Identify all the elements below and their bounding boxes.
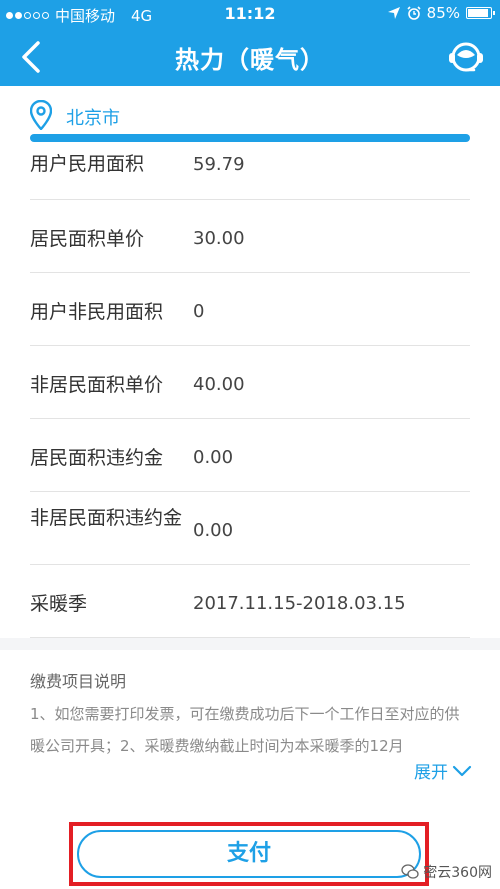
- info-row: 采暖季 2017.11.15-2018.03.15: [0, 565, 500, 638]
- pay-area: 支付 密云360网: [0, 782, 500, 889]
- row-value: 0: [193, 301, 205, 322]
- watermark: 密云360网: [401, 862, 492, 882]
- row-value: 0.00: [193, 447, 234, 468]
- customer-service-button[interactable]: [446, 37, 486, 77]
- row-value: 30.00: [193, 228, 245, 249]
- location-pin-icon: [30, 100, 52, 130]
- row-value: 0.00: [193, 520, 234, 541]
- row-label: 居民面积单价: [30, 228, 145, 250]
- row-value: 59.79: [193, 154, 245, 175]
- wechat-icon: [401, 864, 419, 879]
- expand-button[interactable]: 展开: [414, 758, 472, 783]
- nav-bar: 热力（暖气）: [0, 28, 500, 86]
- location-header: 北京市: [0, 86, 500, 146]
- notes-text: 1、如您需要打印发票，可在缴费成功后下一个工作日至对应的供暖公司开具；2、采暖费…: [30, 705, 460, 755]
- page-title: 热力（暖气）: [175, 46, 325, 74]
- notes-title: 缴费项目说明: [30, 672, 127, 691]
- info-row: 非居民面积单价 40.00: [0, 346, 500, 419]
- expand-label: 展开: [414, 763, 448, 783]
- battery-percent: 85%: [426, 4, 460, 22]
- payment-notes: 缴费项目说明 1、如您需要打印发票，可在缴费成功后下一个工作日至对应的供暖公司开…: [0, 650, 500, 783]
- row-label: 采暖季: [30, 593, 88, 615]
- row-label: 居民面积违约金: [30, 447, 164, 469]
- bill-details: 用户民用面积 59.79 居民面积单价 30.00 用户非民用面积 0 非居民面…: [0, 146, 500, 638]
- row-value: 2017.11.15-2018.03.15: [193, 593, 406, 614]
- location-underline: [30, 134, 470, 142]
- battery-icon: [466, 7, 495, 19]
- status-right: 85%: [387, 4, 495, 22]
- chevron-down-icon: [452, 765, 472, 776]
- headset-icon: [449, 42, 483, 72]
- alarm-icon: [407, 6, 421, 20]
- row-label: 用户非民用面积: [30, 301, 164, 323]
- row-label: 非居民面积违约金: [30, 507, 183, 529]
- pay-button[interactable]: 支付: [77, 830, 421, 878]
- city-label[interactable]: 北京市: [66, 104, 120, 130]
- chevron-left-icon: [22, 41, 40, 73]
- info-row: 用户非民用面积 0: [0, 273, 500, 346]
- info-row: 非居民面积违约金 0.00: [0, 492, 500, 565]
- row-label: 非居民面积单价: [30, 374, 164, 396]
- watermark-text: 密云360网: [423, 865, 492, 881]
- back-button[interactable]: [14, 39, 50, 75]
- info-row: 居民面积单价 30.00: [0, 200, 500, 273]
- info-row: 居民面积违约金 0.00: [0, 419, 500, 492]
- row-label: 用户民用面积: [30, 153, 145, 175]
- row-value: 40.00: [193, 374, 245, 395]
- location-arrow-icon: [387, 7, 400, 19]
- status-bar: 中国移动 4G 11:12 85%: [0, 0, 500, 28]
- info-row: 用户民用面积 59.79: [0, 146, 500, 200]
